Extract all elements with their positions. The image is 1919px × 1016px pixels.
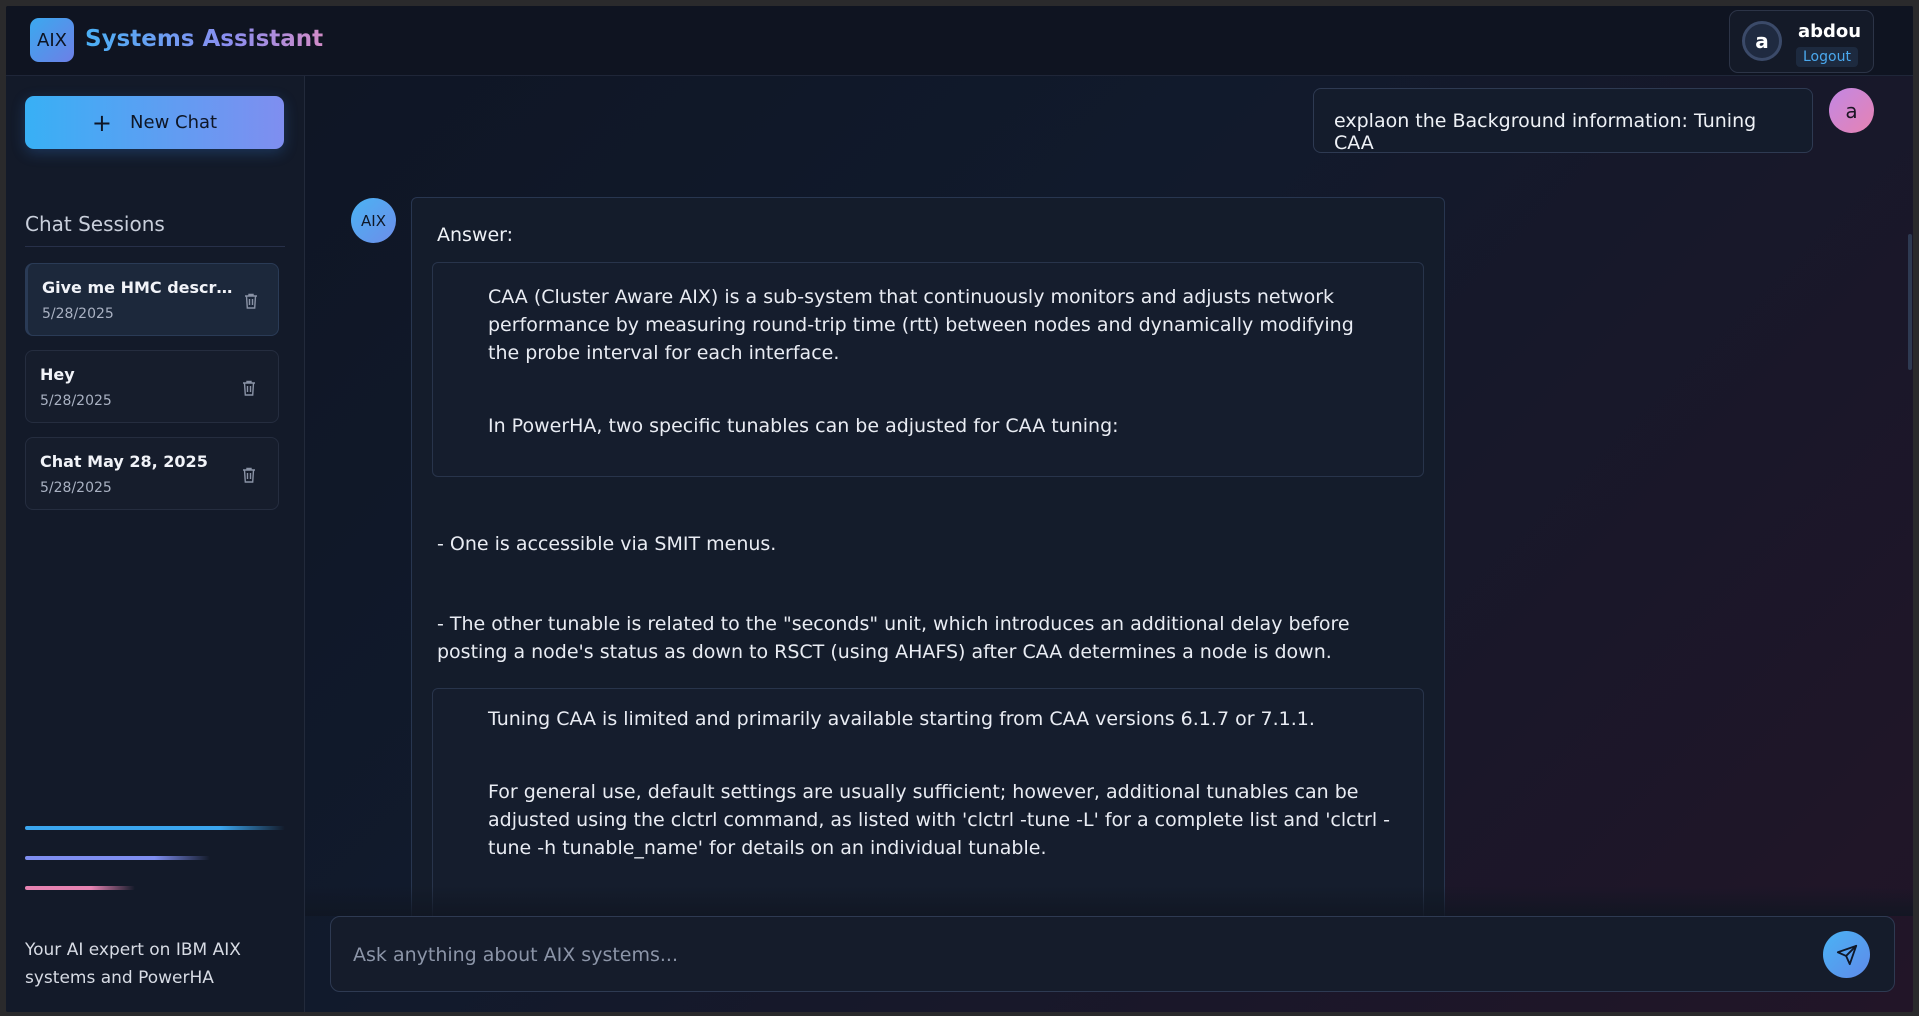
new-chat-button[interactable]: + New Chat	[25, 96, 284, 149]
scroll-fade	[305, 886, 1913, 916]
sidebar: + New Chat Chat Sessions Give me HMC des…	[6, 76, 305, 1012]
answer-quote: CAA (Cluster Aware AIX) is a sub-system …	[432, 262, 1424, 477]
session-date: 5/28/2025	[42, 306, 114, 322]
session-title: Hey	[40, 365, 75, 384]
header: AIX Systems Assistant a abdou Logout	[6, 6, 1913, 76]
user-message-avatar: a	[1829, 88, 1874, 133]
sessions-title: Chat Sessions	[25, 212, 165, 236]
user-avatar[interactable]: a	[1742, 21, 1782, 61]
new-chat-label: New Chat	[130, 112, 218, 133]
answer-bullet: - The other tunable is related to the "s…	[437, 613, 1350, 663]
chat-input-bar	[330, 916, 1895, 992]
answer-paragraph: CAA (Cluster Aware AIX) is a sub-system …	[488, 286, 1354, 364]
answer-paragraph: In PowerHA, two specific tunables can be…	[488, 415, 1119, 437]
trash-icon[interactable]	[241, 466, 257, 484]
session-item[interactable]: Give me HMC description 5/28/2025	[25, 263, 279, 336]
answer-paragraph: Tuning CAA is limited and primarily avai…	[488, 708, 1315, 730]
plus-icon: +	[91, 108, 113, 137]
logout-button[interactable]: Logout	[1796, 47, 1858, 67]
user-card: a abdou Logout	[1729, 10, 1874, 73]
answer-paragraph: For general use, default settings are us…	[488, 781, 1391, 859]
app-window: AIX Systems Assistant a abdou Logout + N…	[6, 6, 1913, 1012]
user-message: explaon the Background information: Tuni…	[1313, 88, 1813, 154]
decorative-bar	[25, 826, 285, 830]
session-title: Chat May 28, 2025	[40, 452, 208, 471]
chat-input[interactable]	[351, 939, 1755, 971]
answer-bullet: - One is accessible via SMIT menus.	[437, 533, 777, 555]
session-item[interactable]: Hey 5/28/2025	[25, 350, 279, 423]
app-logo: AIX	[30, 18, 74, 62]
assistant-avatar: AIX	[351, 198, 396, 243]
send-button[interactable]	[1823, 931, 1870, 978]
trash-icon[interactable]	[243, 292, 259, 310]
trash-icon[interactable]	[241, 379, 257, 397]
session-title: Give me HMC description	[42, 278, 237, 297]
sidebar-tagline: Your AI expert on IBM AIX systems and Po…	[25, 940, 241, 988]
assistant-answer: Answer: CAA (Cluster Aware AIX) is a sub…	[411, 197, 1445, 948]
answer-label: Answer:	[437, 224, 514, 246]
send-icon	[1836, 944, 1857, 965]
decorative-bar	[25, 856, 210, 860]
scrollbar-thumb[interactable]	[1908, 234, 1912, 370]
session-date: 5/28/2025	[40, 480, 112, 496]
app-title: Systems Assistant	[85, 26, 324, 52]
session-item[interactable]: Chat May 28, 2025 5/28/2025	[25, 437, 279, 510]
user-name: abdou	[1798, 21, 1862, 42]
decorative-bar	[25, 886, 135, 890]
divider	[25, 246, 285, 247]
session-date: 5/28/2025	[40, 393, 112, 409]
